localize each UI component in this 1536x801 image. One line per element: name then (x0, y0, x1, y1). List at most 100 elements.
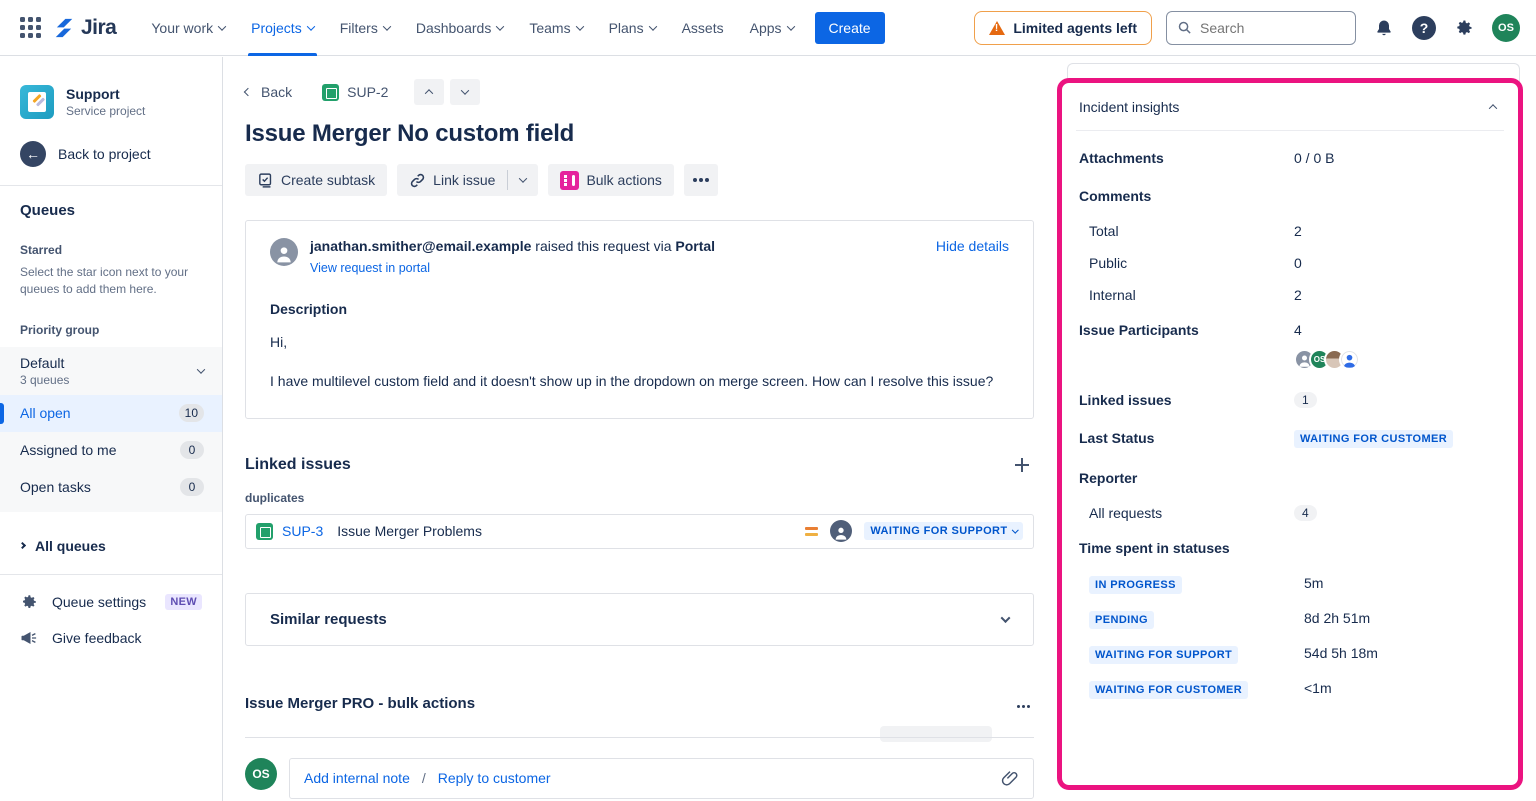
all-requests-row: All requests 4 (1062, 497, 1518, 529)
nav-item-plans[interactable]: Plans (596, 0, 669, 56)
subtask-icon (257, 172, 274, 189)
section-divider (245, 737, 1034, 738)
collapse-panel-button[interactable] (1489, 104, 1497, 112)
reply-to-customer-tab[interactable]: Reply to customer (438, 770, 551, 786)
attach-file-icon[interactable] (1001, 769, 1019, 787)
tab-separator: / (422, 770, 426, 786)
create-button[interactable]: Create (815, 12, 885, 44)
last-status-row: Last Status WAITING FOR CUSTOMER (1062, 419, 1518, 459)
reporter-email: janathan.smither@email.example (310, 238, 531, 254)
nav-item-filters[interactable]: Filters (327, 0, 403, 56)
current-user-avatar[interactable]: OS (245, 758, 277, 790)
last-status-badge: WAITING FOR CUSTOMER (1294, 430, 1453, 448)
nav-item-assets[interactable]: Assets (669, 0, 737, 56)
comments-row: Comments (1062, 177, 1518, 215)
comment-input[interactable]: Add internal note / Reply to customer (289, 758, 1034, 799)
previous-issue-button[interactable] (414, 79, 444, 105)
participant-avatars[interactable]: OS (1294, 349, 1360, 370)
help-icon[interactable]: ? (1412, 16, 1436, 40)
chevron-right-icon (19, 542, 26, 549)
nav-item-dashboards[interactable]: Dashboards (403, 0, 517, 56)
search-input[interactable] (1200, 20, 1330, 36)
search-box[interactable] (1166, 11, 1356, 45)
action-toolbar: Create subtask Link issue Bulk actions (245, 164, 1034, 196)
bulk-actions-button[interactable]: Bulk actions (548, 164, 673, 196)
chevron-down-icon (1012, 526, 1018, 532)
pro-section-heading: Issue Merger PRO - bulk actions (245, 695, 475, 712)
create-subtask-button[interactable]: Create subtask (245, 164, 387, 196)
app-switcher-icon[interactable] (20, 17, 41, 38)
status-badge: WAITING FOR CUSTOMER (1089, 681, 1248, 699)
all-queues-toggle[interactable]: All queues (0, 512, 222, 554)
request-details-card: janathan.smither@email.example raised th… (245, 220, 1034, 419)
give-feedback-link[interactable]: Give feedback (0, 611, 222, 647)
notifications-bell-icon[interactable] (1370, 14, 1398, 42)
time-spent-heading-row: Time spent in statuses (1062, 529, 1518, 567)
sidebar-item-assigned-to-me[interactable]: Assigned to me 0 (0, 432, 222, 469)
status-badge: IN PROGRESS (1089, 576, 1182, 594)
project-header[interactable]: Support Service project (0, 57, 222, 119)
link-relation-label: duplicates (245, 491, 1034, 505)
request-meta: janathan.smither@email.example raised th… (310, 238, 715, 275)
priority-group-heading: Priority group (0, 299, 222, 337)
chevron-down-icon (197, 365, 205, 373)
incident-insights-panel: Incident insights Attachments 0 / 0 B Co… (1057, 78, 1523, 790)
participant-avatar (1339, 349, 1360, 370)
view-request-portal-link[interactable]: View request in portal (310, 261, 715, 275)
add-internal-note-tab[interactable]: Add internal note (304, 770, 410, 786)
ellipsis-icon (693, 178, 697, 182)
nav-item-teams[interactable]: Teams (516, 0, 595, 56)
back-arrow-icon: ← (20, 141, 46, 167)
linked-issues-heading: Linked issues (245, 456, 351, 474)
nav-item-projects[interactable]: Projects (238, 0, 327, 56)
queue-settings-link[interactable]: Queue settings NEW (0, 575, 222, 611)
jira-app: Jira Your work Projects Filters Dashboar… (0, 0, 1536, 801)
nav-item-apps[interactable]: Apps (737, 0, 807, 56)
issue-key-chip[interactable]: SUP-2 (322, 84, 388, 101)
status-badge: PENDING (1089, 611, 1154, 629)
status-dropdown[interactable]: WAITING FOR SUPPORT (864, 522, 1023, 540)
link-issue-more-button[interactable] (508, 164, 538, 196)
project-name: Support (66, 86, 145, 102)
sidebar-item-open-tasks[interactable]: Open tasks 0 (0, 469, 222, 506)
search-icon (1177, 20, 1192, 35)
user-avatar[interactable]: OS (1492, 14, 1520, 42)
queues-heading: Queues (0, 186, 222, 219)
similar-requests-panel[interactable]: Similar requests (245, 593, 1034, 646)
right-panel-area: 1 Incident insights Attachments 0 / 0 B (1055, 57, 1536, 801)
megaphone-icon (20, 629, 38, 647)
sidebar-item-all-open[interactable]: All open 10 (0, 395, 222, 432)
linked-issue-row[interactable]: SUP-3 Issue Merger Problems WAITING FOR … (245, 514, 1034, 549)
more-actions-button[interactable] (684, 164, 718, 196)
page-title: Issue Merger No custom field (245, 120, 1034, 148)
status-time-row: PENDING 8d 2h 51m (1062, 602, 1518, 637)
hide-details-link[interactable]: Hide details (936, 238, 1009, 254)
linked-issue-key[interactable]: SUP-3 (282, 523, 323, 539)
status-time-row: WAITING FOR SUPPORT 54d 5h 18m (1062, 637, 1518, 672)
issue-participants-row: Issue Participants 4 OS (1062, 311, 1518, 381)
limited-agents-button[interactable]: Limited agents left (974, 11, 1152, 45)
link-issue-split-button: Link issue (397, 164, 538, 196)
nav-item-your-work[interactable]: Your work (138, 0, 238, 56)
add-linked-issue-button[interactable] (1010, 453, 1034, 477)
new-badge: NEW (165, 594, 202, 610)
pro-section-more-button[interactable] (1017, 695, 1034, 713)
back-to-project-link[interactable]: ← Back to project (0, 119, 222, 167)
assignee-avatar[interactable] (830, 520, 852, 542)
reporter-row: Reporter (1062, 459, 1518, 497)
link-icon (409, 172, 426, 189)
jira-logo[interactable]: Jira (53, 16, 116, 40)
queue-group-default[interactable]: Default 3 queues (0, 347, 222, 395)
queue-count-badge: 0 (180, 441, 204, 459)
starred-section: Starred Select the star icon next to you… (0, 219, 222, 299)
status-time-row: IN PROGRESS 5m (1062, 567, 1518, 602)
comments-public-row: Public 0 (1062, 247, 1518, 279)
back-button[interactable]: Back (245, 84, 292, 100)
jira-logo-text: Jira (81, 16, 116, 40)
comments-total-row: Total 2 (1062, 215, 1518, 247)
settings-gear-icon[interactable] (1450, 14, 1478, 42)
comments-internal-row: Internal 2 (1062, 279, 1518, 311)
linked-issue-summary[interactable]: Issue Merger Problems (337, 523, 482, 539)
next-issue-button[interactable] (450, 79, 480, 105)
link-issue-button[interactable]: Link issue (397, 164, 507, 196)
